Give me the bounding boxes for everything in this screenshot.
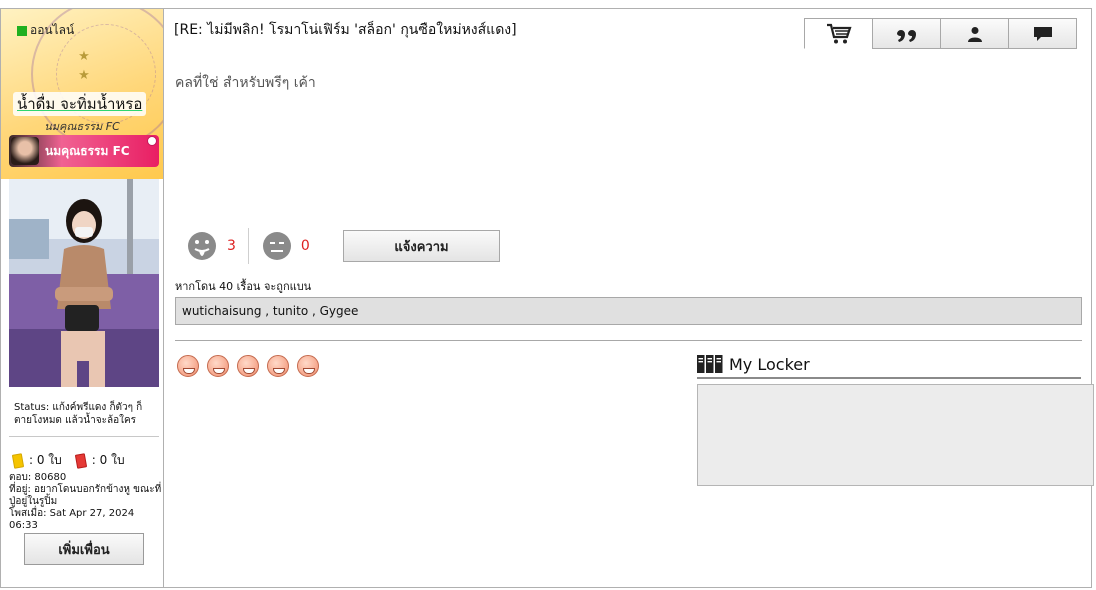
yellow-card-count: : 0 ใบ xyxy=(11,451,62,470)
reply-count: ตอบ: 80680 xyxy=(9,472,67,483)
add-friend-button[interactable]: เพิ่มเพื่อน xyxy=(24,533,144,565)
tongue-face-icon xyxy=(188,232,216,260)
profile-icon xyxy=(967,26,982,42)
author-avatar[interactable] xyxy=(9,179,159,387)
grin-emoji-icon[interactable] xyxy=(207,355,229,377)
like-vote[interactable]: 3 xyxy=(185,229,236,263)
grin-emoji-icon[interactable] xyxy=(237,355,259,377)
author-profile-panel: ออนไลน์ ★ ★ น้ำดื่ม จะทิ่มน้ำหรอ นมคุณธร… xyxy=(1,9,164,587)
star-icon: ★ xyxy=(78,68,90,83)
section-divider xyxy=(175,340,1082,341)
neutral-face-icon xyxy=(262,232,291,260)
locker-content xyxy=(697,384,1094,486)
post-toolbar xyxy=(804,18,1077,49)
vote-divider xyxy=(247,228,249,264)
message-button[interactable] xyxy=(1008,18,1077,49)
club-banner[interactable]: นมคุณธรรม FC xyxy=(9,135,159,167)
report-button[interactable]: แจ้งความ xyxy=(343,230,500,262)
red-card-icon xyxy=(74,452,87,469)
locker-icon xyxy=(697,355,723,373)
profile-divider xyxy=(9,436,159,437)
voter-list: wutichaisung , tunito , Gygee xyxy=(175,297,1082,325)
rank-stars: ★ ★ xyxy=(75,47,93,85)
club-banner-label: นมคุณธรรม FC xyxy=(45,143,130,158)
card-counts: : 0 ใบ : 0 ใบ xyxy=(11,451,125,470)
quote-icon xyxy=(896,29,916,42)
grin-emoji-icon[interactable] xyxy=(297,355,319,377)
message-icon xyxy=(1033,26,1052,41)
grin-emoji-icon[interactable] xyxy=(177,355,199,377)
star-icon: ★ xyxy=(78,49,90,64)
online-label: ออนไลน์ xyxy=(30,23,75,37)
locker-header: My Locker xyxy=(697,351,1081,379)
online-indicator-icon xyxy=(17,25,27,36)
profile-button[interactable] xyxy=(940,18,1009,49)
dislike-vote[interactable]: 0 xyxy=(261,230,310,262)
post-timestamp: โพสเมื่อ: Sat Apr 27, 2024 06:33 xyxy=(9,508,135,531)
author-username[interactable]: น้ำดื่ม จะทิ่มน้ำหรอ xyxy=(13,92,147,116)
club-badge-icon xyxy=(147,136,157,146)
author-title: นมคุณธรรม FC xyxy=(44,120,120,133)
red-card-count: : 0 ใบ xyxy=(74,451,125,470)
profile-header: ออนไลน์ ★ ★ น้ำดื่ม จะทิ่มน้ำหรอ นมคุณธร… xyxy=(1,9,163,179)
author-location: ที่อยู่: อยากโดนบอกรักข้างหู ขณะที่ปู่อย… xyxy=(9,484,162,507)
online-status: ออนไลน์ xyxy=(17,21,74,40)
grin-emoji-icon[interactable] xyxy=(267,355,289,377)
post-title: [RE: ไม่มีพลิก! โรมาโน่เฟิร์ม 'สล็อก' กุ… xyxy=(174,22,517,38)
locker-title: My Locker xyxy=(729,354,810,374)
reaction-emojis xyxy=(177,355,319,377)
red-card-label: : 0 ใบ xyxy=(91,453,125,467)
yellow-card-icon xyxy=(11,452,25,469)
post-body: คลที่ใช่ สำหรับพรีๆ เค้า xyxy=(175,75,316,91)
dislike-count: 0 xyxy=(300,238,310,254)
cart-icon xyxy=(826,23,852,43)
author-status: Status: แก้งค์พรีแดง ก็ตัวๆ ก็ตายโงหมด แ… xyxy=(14,402,143,426)
author-meta: ตอบ: 80680 ที่อยู่: อยากโดนบอกรักข้างหู … xyxy=(9,472,164,532)
cart-button[interactable] xyxy=(804,18,873,49)
quote-button[interactable] xyxy=(872,18,941,49)
vote-section: 3 0 xyxy=(185,228,310,264)
like-count: 3 xyxy=(227,238,236,254)
ban-note: หากโดน 40 เรื้อน จะถูกแบน xyxy=(175,280,312,293)
post-container: ออนไลน์ ★ ★ น้ำดื่ม จะทิ่มน้ำหรอ นมคุณธร… xyxy=(0,8,1094,588)
club-avatar xyxy=(11,137,39,165)
yellow-card-label: : 0 ใบ xyxy=(29,453,62,467)
